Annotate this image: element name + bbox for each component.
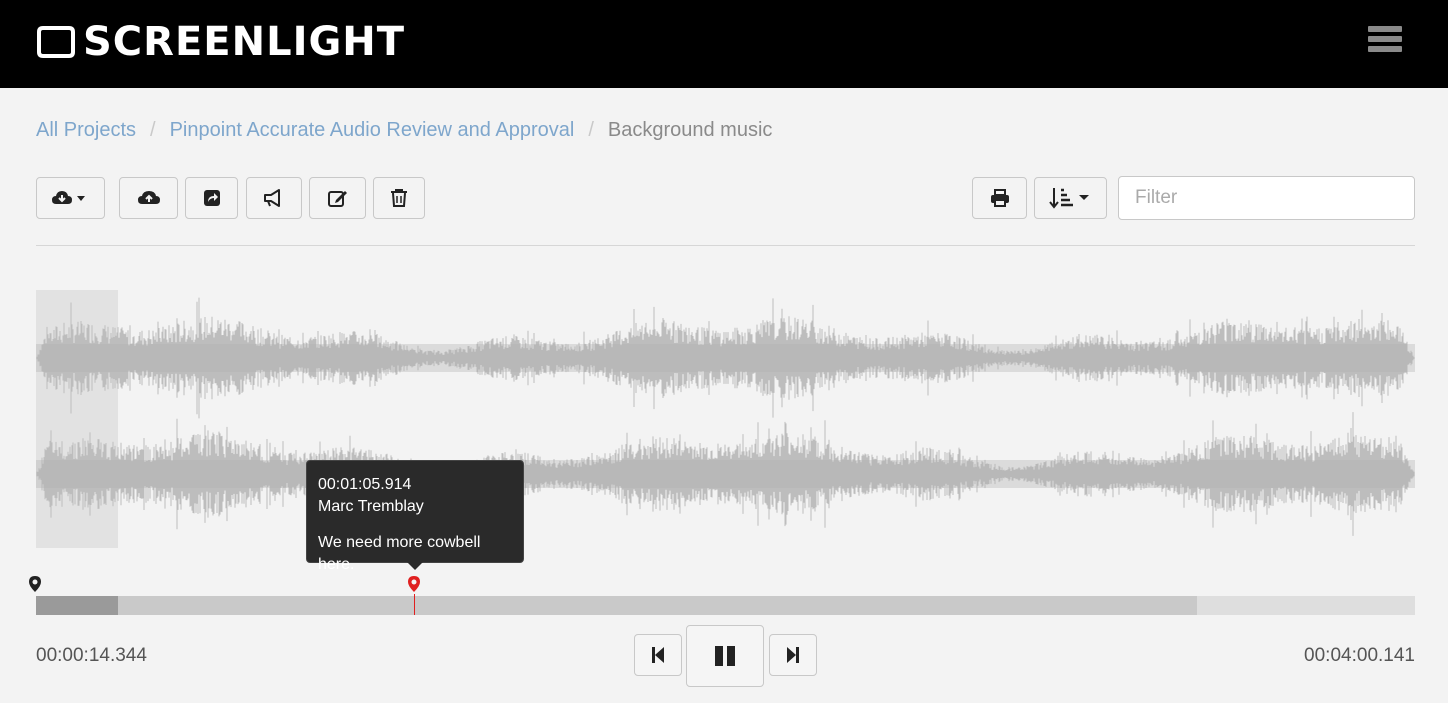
- timeline-progress: [36, 596, 119, 615]
- share-button[interactable]: [185, 177, 238, 219]
- playhead-marker-icon[interactable]: [28, 575, 42, 593]
- trash-icon: [391, 189, 407, 207]
- hamburger-icon[interactable]: [1368, 26, 1402, 58]
- next-button[interactable]: [769, 634, 817, 676]
- announce-button[interactable]: [246, 177, 302, 219]
- breadcrumb-all-projects[interactable]: All Projects: [36, 119, 136, 142]
- cloud-download-icon: [51, 191, 85, 204]
- skip-next-icon: [787, 647, 799, 663]
- print-button[interactable]: [972, 177, 1027, 219]
- upload-button[interactable]: [119, 177, 178, 219]
- edit-icon: [327, 191, 347, 207]
- sort-dropdown-button[interactable]: [1034, 177, 1107, 219]
- brand-logo[interactable]: SCREENLIGHT: [35, 22, 405, 62]
- logo-mark-icon: [37, 26, 75, 58]
- previous-button[interactable]: [634, 634, 682, 676]
- breadcrumb-separator: /: [150, 119, 156, 141]
- megaphone-icon: [264, 189, 280, 207]
- delete-button[interactable]: [373, 177, 425, 219]
- toolbar-divider: [36, 245, 1415, 246]
- tooltip-arrow: [407, 562, 423, 570]
- sort-icon: [1048, 188, 1089, 209]
- download-dropdown-button[interactable]: [36, 177, 105, 219]
- print-icon: [990, 189, 1009, 207]
- comment-marker-icon[interactable]: [407, 575, 421, 593]
- breadcrumb-separator: /: [588, 119, 594, 141]
- current-time: 00:00:14.344: [36, 645, 147, 666]
- waveform-core: [36, 460, 1415, 488]
- comment-tooltip: 00:01:05.914 Marc Tremblay We need more …: [306, 460, 524, 573]
- edit-button[interactable]: [309, 177, 366, 219]
- waveform-core: [36, 344, 1415, 372]
- pause-icon: [715, 646, 735, 666]
- comment-position-line: [414, 594, 415, 615]
- comment-timestamp: 00:01:05.914: [318, 476, 412, 493]
- comment-author: Marc Tremblay: [318, 498, 424, 515]
- total-duration: 00:04:00.141: [1304, 645, 1415, 666]
- breadcrumb-current: Background music: [607, 119, 773, 141]
- skip-previous-icon: [652, 647, 664, 663]
- pause-button[interactable]: [686, 625, 764, 687]
- cloud-upload-icon: [137, 191, 160, 204]
- audio-waveform[interactable]: [36, 290, 1415, 548]
- brand-name: SCREENLIGHT: [83, 19, 406, 65]
- timeline-buffered: [36, 596, 1198, 615]
- breadcrumb: All Projects / Pinpoint Accurate Audio R…: [36, 119, 772, 142]
- top-navbar: SCREENLIGHT: [0, 0, 1448, 88]
- filter-input[interactable]: [1118, 176, 1415, 220]
- share-icon: [203, 190, 220, 206]
- breadcrumb-project[interactable]: Pinpoint Accurate Audio Review and Appro…: [170, 119, 575, 142]
